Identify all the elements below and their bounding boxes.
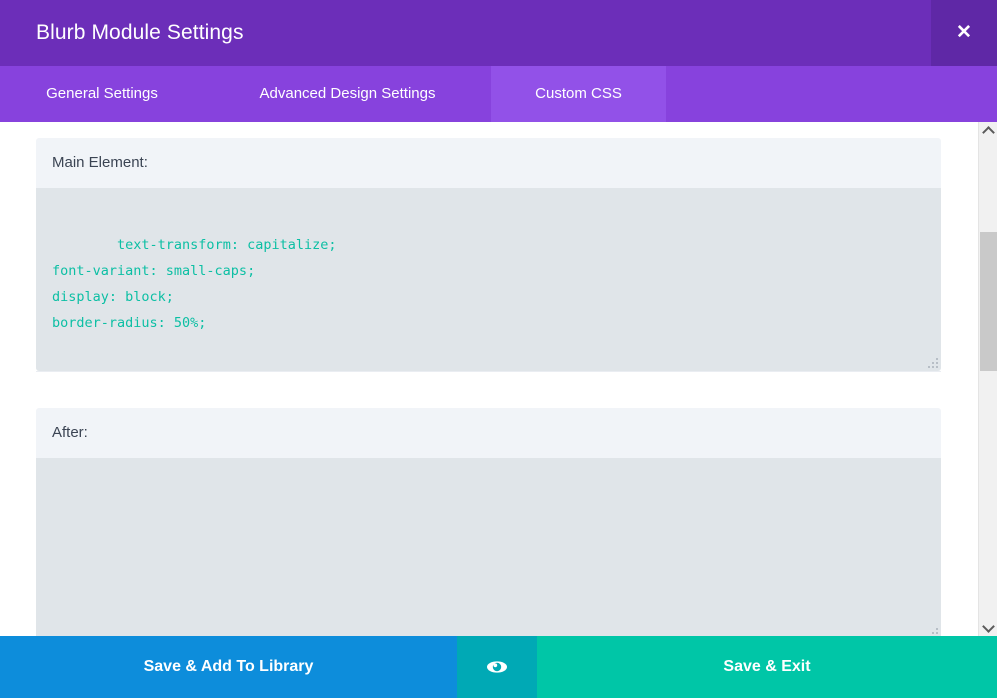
chevron-up-icon: [982, 126, 995, 139]
tab-custom-css[interactable]: Custom CSS: [491, 66, 666, 122]
save-and-add-to-library-button[interactable]: Save & Add To Library: [0, 636, 457, 698]
tab-custom-css-label: Custom CSS: [535, 85, 622, 102]
tab-advanced-design-settings[interactable]: Advanced Design Settings: [204, 66, 491, 122]
save-and-add-to-library-label: Save & Add To Library: [143, 658, 314, 675]
after-css-textarea[interactable]: [36, 458, 941, 636]
save-and-exit-button[interactable]: Save & Exit: [537, 636, 997, 698]
modal-title: Blurb Module Settings: [36, 21, 244, 44]
modal-footer: Save & Add To Library Save & Exit: [0, 636, 997, 698]
main-element-css-textarea[interactable]: text-transform: capitalize; font-variant…: [36, 188, 941, 371]
content-scrollbar[interactable]: [978, 122, 997, 636]
eye-icon: [483, 653, 511, 681]
tab-general-settings[interactable]: General Settings: [0, 66, 204, 122]
after-label: After:: [36, 408, 941, 458]
save-and-exit-label: Save & Exit: [723, 658, 811, 675]
resize-grip-main-element[interactable]: [927, 357, 938, 368]
tab-general-settings-label: General Settings: [46, 85, 158, 102]
main-element-css-value: text-transform: capitalize; font-variant…: [52, 237, 337, 331]
modal-titlebar: Blurb Module Settings ✕: [0, 0, 997, 66]
resize-grip-after[interactable]: [927, 627, 938, 636]
field-group-main-element: Main Element: text-transform: capitalize…: [36, 138, 941, 372]
main-element-label: Main Element:: [36, 138, 941, 188]
scrollbar-up-button[interactable]: [979, 122, 997, 140]
chevron-down-icon: [982, 620, 995, 633]
tab-advanced-design-settings-label: Advanced Design Settings: [259, 85, 436, 102]
tab-bar: General Settings Advanced Design Setting…: [0, 66, 997, 122]
close-icon: ✕: [956, 22, 972, 43]
field-group-after: After:: [36, 408, 941, 636]
settings-content-panel: Main Element: text-transform: capitalize…: [0, 122, 978, 636]
scrollbar-thumb[interactable]: [980, 232, 997, 371]
blurb-module-settings-modal: Blurb Module Settings ✕ General Settings…: [0, 0, 997, 698]
scrollbar-down-button[interactable]: [979, 618, 997, 636]
close-button[interactable]: ✕: [931, 0, 997, 66]
preview-button[interactable]: [457, 636, 537, 698]
